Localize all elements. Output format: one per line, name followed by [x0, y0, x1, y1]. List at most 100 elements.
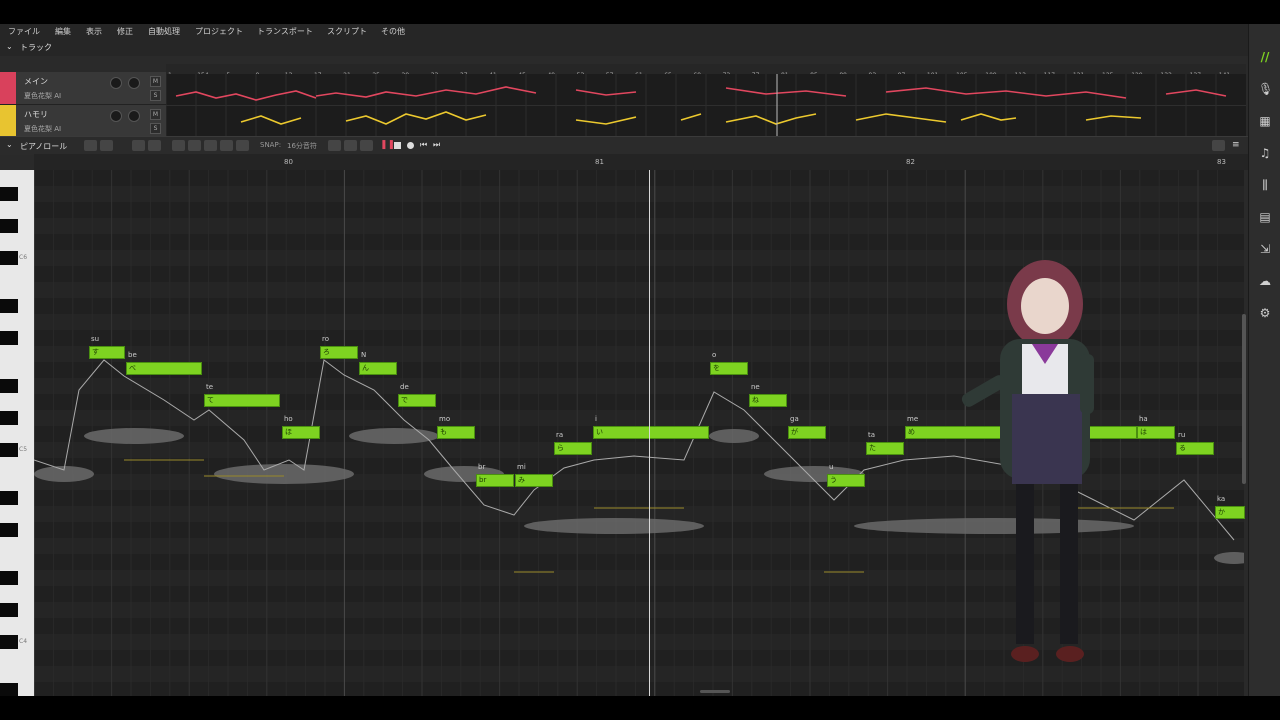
note-phoneme: be — [128, 351, 137, 359]
menu-view[interactable]: 表示 — [86, 26, 102, 37]
menu-file[interactable]: ファイル — [8, 26, 40, 37]
black-key[interactable] — [0, 411, 18, 425]
fast-forward-icon[interactable]: ⏭ — [433, 140, 440, 150]
pencil-tool-button[interactable] — [100, 140, 113, 151]
note[interactable]: す — [89, 346, 125, 359]
note-phoneme: ta — [868, 431, 876, 439]
note[interactable]: ら — [554, 442, 592, 455]
menu-project[interactable]: プロジェクト — [195, 26, 243, 37]
snap-select[interactable]: 16分音符 — [287, 141, 317, 151]
app-window: ファイル 編集 表示 修正 自動処理 プロジェクト トランスポート スクリプト … — [0, 24, 1280, 696]
tool-button[interactable] — [344, 140, 357, 151]
track-harmony[interactable]: ハモリ 夏色花梨 AI M S — [0, 105, 166, 138]
volume-knob[interactable] — [110, 110, 122, 122]
menu-icon[interactable]: ≡ — [1232, 140, 1240, 150]
note[interactable]: か — [1215, 506, 1245, 519]
pan-knob[interactable] — [128, 77, 140, 89]
rewind-icon[interactable]: ⏮ — [420, 140, 427, 150]
chevron-down-icon[interactable]: ⌄ — [6, 140, 13, 149]
horizontal-scrollbar[interactable] — [700, 690, 730, 693]
clapper-icon[interactable]: ▦ — [1258, 114, 1272, 128]
music-note-icon[interactable]: ♫ — [1258, 146, 1272, 160]
mute-button[interactable]: M — [150, 109, 161, 120]
note[interactable]: を — [710, 362, 748, 375]
note[interactable]: い — [593, 426, 709, 439]
black-key[interactable] — [0, 379, 18, 393]
loop-button[interactable] — [328, 140, 341, 151]
vertical-scrollbar[interactable] — [1242, 314, 1246, 484]
tool-button[interactable] — [204, 140, 217, 151]
black-key[interactable] — [0, 299, 18, 313]
export-icon[interactable]: ⇲ — [1258, 242, 1272, 256]
tool-button[interactable] — [236, 140, 249, 151]
menu-transport[interactable]: トランスポート — [257, 26, 313, 37]
menu-edit[interactable]: 編集 — [55, 26, 71, 37]
black-key[interactable] — [0, 683, 18, 696]
menu-modify[interactable]: 修正 — [117, 26, 133, 37]
black-key[interactable] — [0, 443, 18, 457]
note[interactable]: も — [437, 426, 475, 439]
black-key[interactable] — [0, 331, 18, 345]
microphone-icon[interactable]: 🎙 — [1258, 82, 1273, 96]
solo-button[interactable]: S — [150, 123, 161, 134]
gear-icon[interactable]: ⚙ — [1258, 306, 1272, 320]
black-key[interactable] — [0, 491, 18, 505]
menu-other[interactable]: その他 — [381, 26, 405, 37]
note[interactable]: ほ — [282, 426, 320, 439]
note[interactable]: で — [398, 394, 436, 407]
library-icon[interactable]: ⫼ — [1258, 178, 1272, 192]
note[interactable]: ろ — [320, 346, 358, 359]
playhead[interactable] — [649, 170, 650, 696]
menu-auto[interactable]: 自動処理 — [148, 26, 180, 37]
record-icon[interactable] — [407, 142, 414, 149]
track-clips — [165, 74, 1246, 137]
pitch-tool-button[interactable] — [132, 140, 145, 151]
solo-button[interactable]: S — [150, 90, 161, 101]
track-clip-area[interactable] — [165, 74, 1246, 137]
curve-tool-button[interactable] — [172, 140, 185, 151]
vibrato-tool-button[interactable] — [148, 140, 161, 151]
piano-keyboard[interactable]: C6 C5 C4 — [0, 170, 34, 696]
black-key[interactable] — [0, 603, 18, 617]
mute-button[interactable]: M — [150, 76, 161, 87]
pianoroll-ruler[interactable]: 80 81 82 83 — [34, 154, 1248, 170]
measure-label: 82 — [906, 158, 915, 166]
black-key[interactable] — [0, 187, 18, 201]
track-section-header[interactable]: ⌄ トラック — [0, 40, 1248, 56]
track-timeline-ruler[interactable]: 1154591317212529333741454953576165697377… — [166, 64, 1246, 79]
pianoroll-toolbar: ⌄ ピアノロール SNAP: 16分音符 ❚❚ ⏮ ⏭ ≡ — [0, 136, 1248, 155]
camera-icon[interactable] — [1212, 140, 1225, 151]
track-voice: 夏色花梨 AI — [24, 92, 62, 100]
note[interactable]: う — [827, 474, 865, 487]
menu-script[interactable]: スクリプト — [327, 26, 367, 37]
note[interactable]: み — [515, 474, 553, 487]
track-name: メイン — [24, 77, 48, 86]
logo-icon: // — [1260, 50, 1270, 64]
black-key[interactable] — [0, 251, 18, 265]
document-icon[interactable]: ▤ — [1258, 210, 1272, 224]
tool-button[interactable] — [220, 140, 233, 151]
note[interactable]: べ — [126, 362, 202, 375]
stop-icon[interactable] — [394, 142, 401, 149]
note[interactable]: る — [1176, 442, 1214, 455]
pause-icon[interactable]: ❚❚ — [380, 141, 395, 150]
select-tool-button[interactable] — [84, 140, 97, 151]
tool-button[interactable] — [360, 140, 373, 151]
note[interactable]: ん — [359, 362, 397, 375]
wave-tool-button[interactable] — [188, 140, 201, 151]
track-main[interactable]: メイン 夏色花梨 AI M S — [0, 72, 166, 105]
note[interactable]: が — [788, 426, 826, 439]
note[interactable]: た — [866, 442, 904, 455]
track-color-harmony — [0, 105, 16, 137]
black-key[interactable] — [0, 571, 18, 585]
chevron-down-icon[interactable]: ⌄ — [6, 42, 13, 51]
black-key[interactable] — [0, 219, 18, 233]
black-key[interactable] — [0, 523, 18, 537]
pan-knob[interactable] — [128, 110, 140, 122]
note[interactable]: て — [204, 394, 280, 407]
cloud-icon[interactable]: ☁ — [1258, 274, 1272, 288]
black-key[interactable] — [0, 635, 18, 649]
note[interactable]: ね — [749, 394, 787, 407]
note[interactable]: br — [476, 474, 514, 487]
volume-knob[interactable] — [110, 77, 122, 89]
